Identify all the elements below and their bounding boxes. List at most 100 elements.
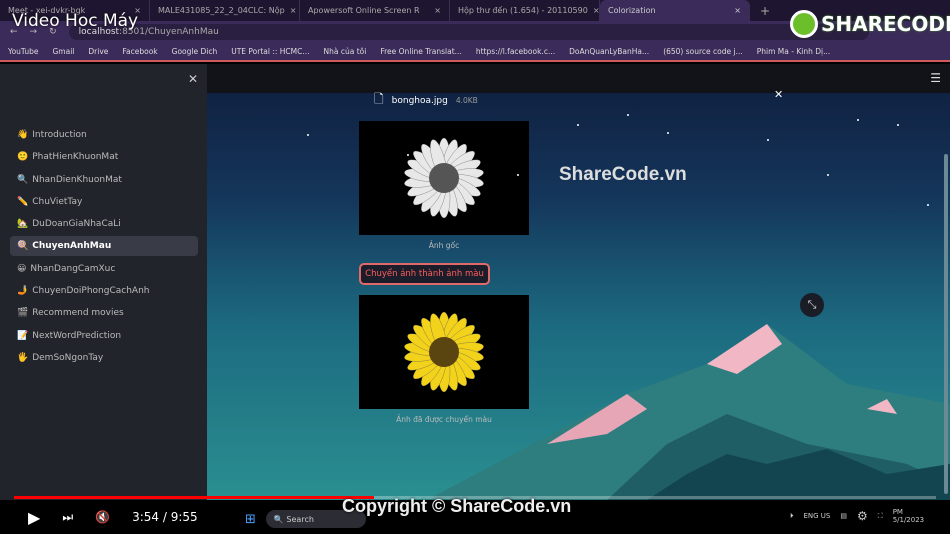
original-caption: Ảnh gốc [428, 241, 460, 250]
video-title[interactable]: Video Hoc Máy [12, 11, 138, 31]
mute-icon[interactable]: 🔇 [95, 510, 110, 524]
close-icon[interactable]: × [290, 6, 297, 15]
close-icon[interactable]: × [734, 6, 741, 15]
sidebar-item-label: NhanDangCamXuc [30, 263, 116, 274]
next-icon[interactable]: ⏭ [62, 510, 73, 525]
streamlit-app: ✕ 👋 Introduction 🙂 PhatHienKhuonMat 🔍 NhanDie… [0, 64, 950, 500]
star [517, 174, 519, 176]
sidebar-nav: 👋 Introduction 🙂 PhatHienKhuonMat 🔍 NhanDienK… [10, 125, 198, 370]
hamburger-menu-icon[interactable]: ☰ [930, 71, 941, 85]
sidebar-item-label: ChuyenDoiPhongCachAnh [32, 286, 150, 297]
main-content: ☰ 🗋 bonghoa.jpg 4.0KB ✕ Ảnh gốc Chuyển ả… [207, 64, 950, 500]
star [927, 204, 929, 206]
star [577, 124, 579, 126]
fullscreen-video-icon[interactable]: ⛶ [878, 512, 883, 521]
bookmark-item[interactable]: Drive [88, 47, 108, 56]
star [767, 139, 769, 141]
file-size: 4.0KB [455, 96, 478, 105]
bookmark-item[interactable]: YouTube [8, 47, 39, 56]
star [627, 114, 629, 116]
subtitles-icon[interactable]: ▤ [840, 512, 847, 520]
sidebar-item-introduction[interactable]: 👋 Introduction [10, 125, 198, 145]
page-emoji-icon: 🏡 [17, 219, 29, 230]
sidebar-item-demsongontay[interactable]: 🖐 DemSoNgonTay [10, 348, 198, 368]
page-emoji-icon: 🎬 [17, 308, 29, 319]
url-input[interactable]: localhost:8501/ChuyenAnhMau [68, 23, 869, 40]
star [307, 134, 309, 136]
video-progress-fill [14, 496, 374, 499]
sidebar-item-label: NextWordPrediction [32, 330, 122, 341]
star [897, 124, 899, 126]
sidebar-item-nhandangcamxuc[interactable]: 😀 NhanDangCamXuc [10, 259, 198, 279]
autoplay-toggle[interactable]: ⏵ [790, 512, 794, 521]
star [667, 132, 669, 134]
bookmark-item[interactable]: Nhà của tôi [324, 47, 367, 56]
bookmark-item[interactable]: Google Dich [172, 47, 218, 56]
colorized-image [359, 295, 529, 409]
page-emoji-icon: 😀 [17, 263, 27, 274]
sharecode-watermark: ShareCode.vn [559, 164, 687, 185]
sidebar-item-label: PhatHienKhuonMat [32, 152, 119, 163]
bookmark-item[interactable]: (650) source code j... [663, 47, 743, 56]
bookmark-item[interactable]: DoAnQuanLyBanHa... [569, 47, 649, 56]
windows-start-icon[interactable]: ⊞ [245, 512, 256, 527]
browser-tab-active[interactable]: Colorization × [600, 0, 750, 21]
sidebar-item-label: Recommend movies [32, 308, 124, 319]
bookmark-item[interactable]: https://l.facebook.c... [476, 47, 555, 56]
sidebar-item-chuviettay[interactable]: ✏️ ChuVietTay [10, 192, 198, 212]
close-icon[interactable]: × [593, 6, 599, 15]
uploaded-file: 🗋 bonghoa.jpg 4.0KB [374, 90, 478, 111]
sidebar-item-label: DuDoanGiaNhaCaLi [32, 219, 121, 230]
star [857, 119, 859, 121]
colorized-caption: Ảnh đã được chuyển màu [396, 415, 492, 424]
bookmarks-bar: YouTube Gmail Drive Facebook Google Dich UTE … [0, 42, 950, 62]
bookmark-item[interactable]: Facebook [122, 47, 157, 56]
bookmark-item[interactable]: Free Online Translat... [380, 47, 461, 56]
sidebar-item-label: Introduction [32, 130, 87, 140]
sidebar-item-dudoangianhacali[interactable]: 🏡 DuDoanGiaNhaCaLi [10, 214, 198, 234]
page-emoji-icon: ✏️ [17, 196, 29, 207]
sidebar-item-nhandienkhuonmat[interactable]: 🔍 NhanDienKhuonMat [10, 170, 198, 190]
fullscreen-icon[interactable]: ⤡ [800, 293, 824, 317]
remove-file-icon[interactable]: ✕ [774, 88, 783, 101]
page-emoji-icon: 🍭 [17, 241, 29, 252]
sidebar-item-chuyendoiphongcachanh[interactable]: 🤳 ChuyenDoiPhongCachAnh [10, 281, 198, 301]
app-header: ☰ [207, 64, 950, 93]
sidebar-item-chuyenanhmau[interactable]: 🍭 ChuyenAnhMau [10, 236, 198, 257]
system-tray: ⏵ ENG US ▤ ⚙ ⛶ PM 5/1/2023 [790, 508, 925, 524]
settings-gear-icon[interactable]: ⚙ [857, 509, 868, 523]
page-emoji-icon: 🤳 [17, 286, 29, 297]
browser-tab[interactable]: Apowersoft Online Screen R × [300, 0, 450, 21]
sidebar-item-phathienkhuonmat[interactable]: 🙂 PhatHienKhuonMat [10, 147, 198, 167]
star [407, 154, 409, 156]
time-display: 3:54 / 9:55 [132, 510, 198, 524]
sidebar-item-nextwordprediction[interactable]: 📝 NextWordPrediction [10, 326, 198, 346]
star [827, 174, 829, 176]
sidebar-item-recommend-movies[interactable]: 🎬 Recommend movies [10, 303, 198, 323]
new-tab-icon[interactable]: + [760, 4, 770, 18]
close-icon[interactable]: × [434, 6, 441, 15]
scrollbar[interactable] [944, 154, 948, 494]
close-sidebar-icon[interactable]: ✕ [188, 72, 198, 86]
play-icon[interactable]: ▶ [28, 508, 40, 527]
sidebar-item-label: NhanDienKhuonMat [32, 174, 122, 185]
bookmark-item[interactable]: UTE Portal :: HCMC... [231, 47, 309, 56]
file-name: bonghoa.jpg [391, 95, 448, 106]
bookmark-item[interactable]: Gmail [53, 47, 75, 56]
sidebar-item-label: ChuVietTay [32, 196, 83, 207]
browser-tab[interactable]: MALE431085_22_2_04CLC: Nộp × [150, 0, 300, 21]
sidebar: ✕ 👋 Introduction 🙂 PhatHienKhuonMat 🔍 NhanDie… [0, 64, 207, 500]
convert-button[interactable]: Chuyển ảnh thành ảnh màu [359, 263, 490, 285]
sidebar-item-label: ChuyenAnhMau [32, 241, 112, 252]
page-emoji-icon: 📝 [17, 330, 29, 341]
sidebar-item-label: DemSoNgonTay [32, 352, 104, 363]
original-image [359, 121, 529, 235]
page-emoji-icon: 🙂 [17, 152, 29, 163]
mountain-background [427, 324, 950, 500]
copyright-watermark: Copyright © ShareCode.vn [342, 496, 572, 516]
bookmark-item[interactable]: Phim Ma - Kinh Dị... [757, 47, 831, 56]
sharecode-logo: SHARECODE.vn [790, 10, 950, 38]
page-emoji-icon: 👋 [17, 130, 29, 140]
browser-tab[interactable]: Hộp thư đến (1.654) - 20110590 × [450, 0, 600, 21]
file-icon: 🗋 [374, 92, 384, 106]
